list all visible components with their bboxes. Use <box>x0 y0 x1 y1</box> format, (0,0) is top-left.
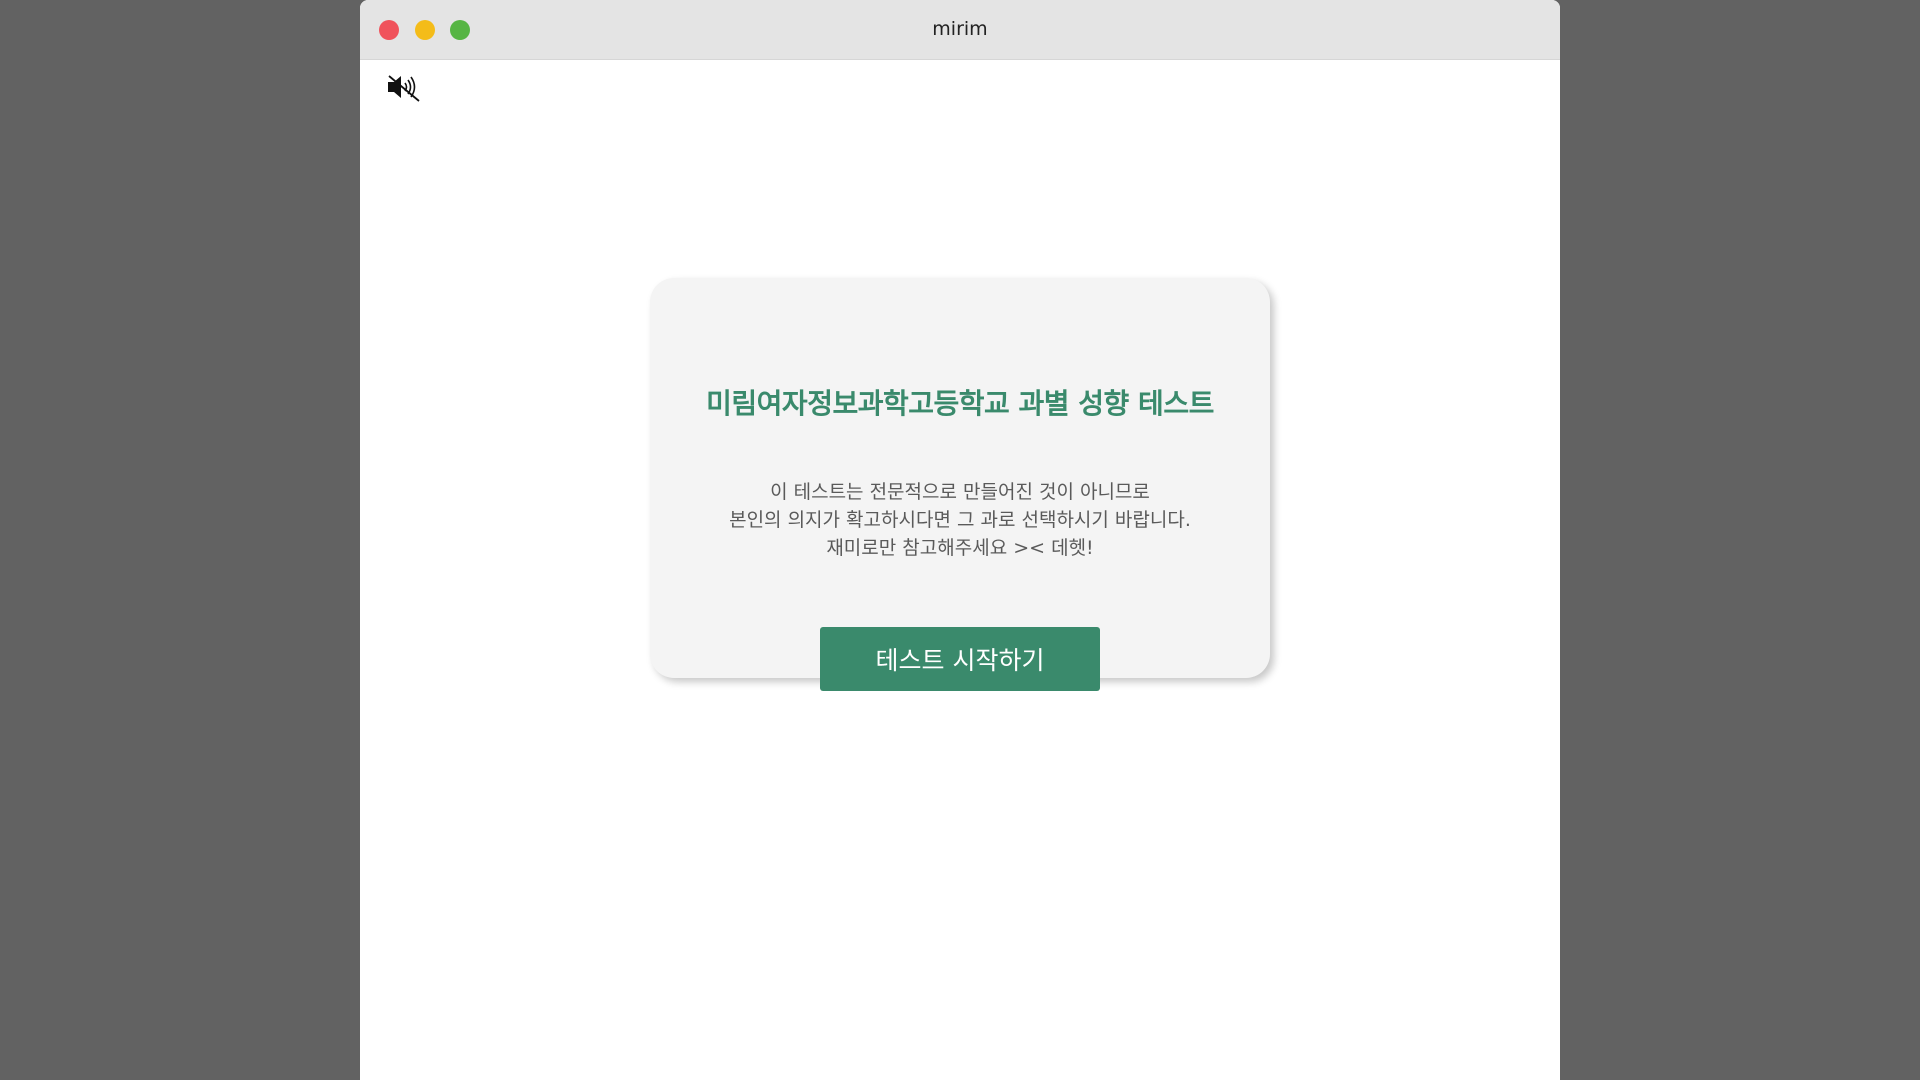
description-line: 본인의 의지가 확고하시다면 그 과로 선택하시기 바랍니다. <box>729 509 1191 531</box>
start-test-button[interactable]: 테스트 시작하기 <box>820 627 1100 691</box>
title-bar: mirim <box>360 0 1560 60</box>
window-title: mirim <box>932 18 988 40</box>
speaker-muted-icon <box>388 75 420 102</box>
app-window: mirim 미림여자정보과학고등학교 과별 성향 테스트 이 테스트는 전문적으… <box>360 0 1560 1080</box>
test-title: 미림여자정보과학고등학교 과별 성향 테스트 <box>706 387 1214 420</box>
description-line: 이 테스트는 전문적으로 만들어진 것이 아니므로 <box>770 481 1150 503</box>
intro-card: 미림여자정보과학고등학교 과별 성향 테스트 이 테스트는 전문적으로 만들어진… <box>650 278 1270 691</box>
sound-toggle-button[interactable] <box>386 73 422 103</box>
description-line: 재미로만 참고해주세요 >< 데헷! <box>826 537 1094 559</box>
test-description: 이 테스트는 전문적으로 만들어진 것이 아니므로 본인의 의지가 확고하시다면… <box>650 478 1270 562</box>
